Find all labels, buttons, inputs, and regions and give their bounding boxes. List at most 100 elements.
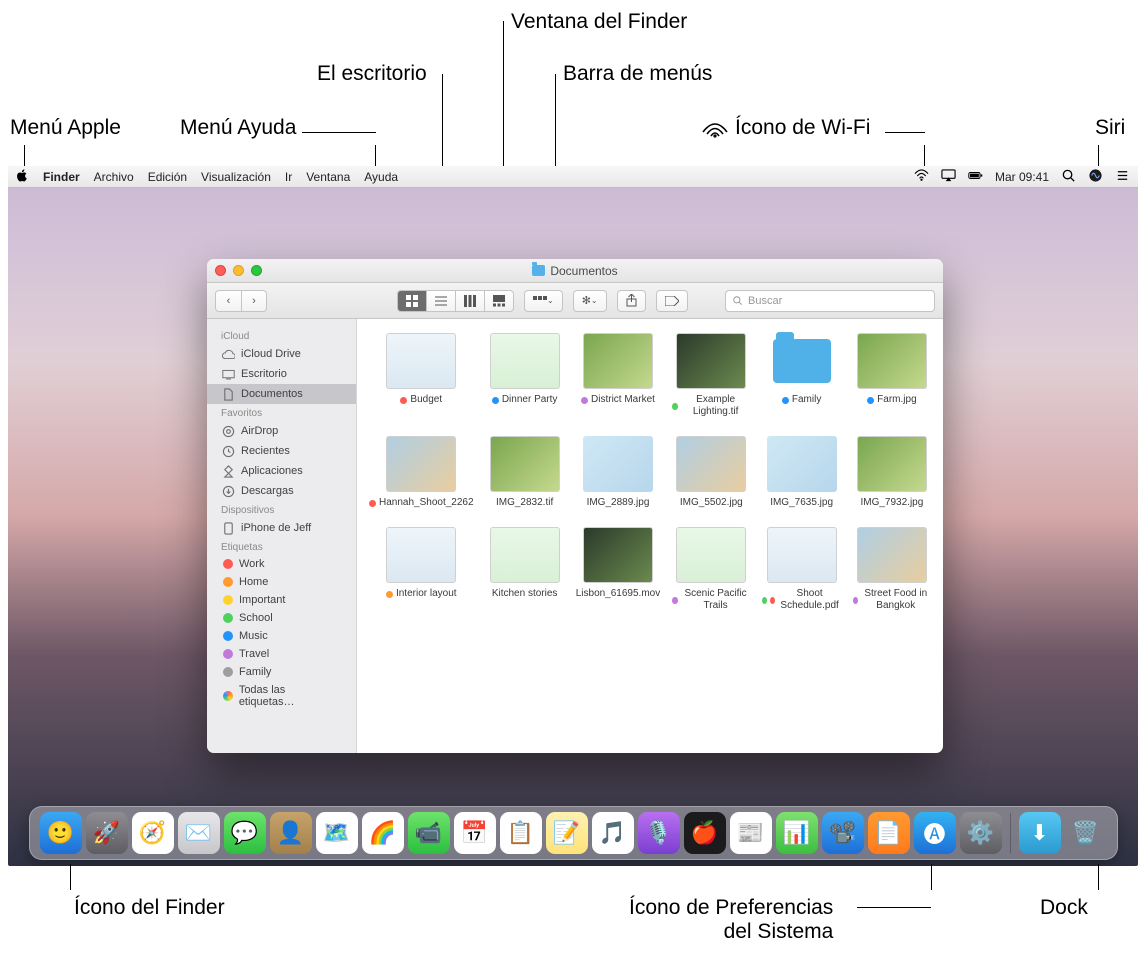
dock-numbers-icon[interactable]: 📊 <box>776 812 818 854</box>
maximize-button[interactable] <box>251 265 262 276</box>
tags-button[interactable] <box>656 290 688 312</box>
back-button[interactable]: ‹ <box>215 290 241 312</box>
dock-calendar-icon[interactable]: 📅 <box>454 812 496 854</box>
menu-item[interactable]: Ventana <box>306 170 350 184</box>
column-view-button[interactable] <box>455 290 484 312</box>
file-item[interactable]: Lisbon_61695.mov <box>576 527 661 612</box>
notif-center-icon[interactable] <box>1115 168 1130 186</box>
dock-reminders-icon[interactable]: 📋 <box>500 812 542 854</box>
file-name: Example Lighting.tif <box>672 394 750 418</box>
file-item[interactable]: Family <box>762 333 840 418</box>
dock-messages-icon[interactable]: 💬 <box>224 812 266 854</box>
dock-pages-icon[interactable]: 📄 <box>868 812 910 854</box>
file-item[interactable]: Kitchen stories <box>486 527 564 612</box>
clock[interactable]: Mar 09:41 <box>995 170 1049 184</box>
action-button[interactable]: ✻ ⌄ <box>573 290 607 312</box>
spotlight-icon[interactable] <box>1061 168 1076 186</box>
sidebar-item[interactable]: Aplicaciones <box>207 461 356 481</box>
menu-item[interactable]: Edición <box>148 170 187 184</box>
dock-finder-icon[interactable]: 🙂 <box>40 812 82 854</box>
nav-buttons: ‹ › <box>215 290 267 312</box>
sidebar-item[interactable]: Work <box>207 555 356 573</box>
callout-line <box>302 132 376 133</box>
dock-contacts-icon[interactable]: 👤 <box>270 812 312 854</box>
sidebar-item[interactable]: iPhone de Jeff <box>207 518 356 538</box>
file-item[interactable]: Farm.jpg <box>853 333 931 418</box>
dock-keynote-icon[interactable]: 📽️ <box>822 812 864 854</box>
gallery-view-button[interactable] <box>484 290 514 312</box>
file-thumbnail <box>583 436 653 492</box>
sidebar-item[interactable]: Documentos <box>207 384 356 404</box>
dock-podcasts-icon[interactable]: 🎙️ <box>638 812 680 854</box>
battery-icon[interactable] <box>968 168 983 186</box>
menu-item[interactable]: Archivo <box>94 170 134 184</box>
sidebar-item-label: iCloud Drive <box>241 348 301 360</box>
dock-photos-icon[interactable]: 🌈 <box>362 812 404 854</box>
close-button[interactable] <box>215 265 226 276</box>
share-button[interactable] <box>617 290 646 312</box>
sidebar-item[interactable]: School <box>207 609 356 627</box>
group-button[interactable]: ⌄ <box>524 290 563 312</box>
sidebar-item[interactable]: Home <box>207 573 356 591</box>
sidebar-item-label: Important <box>239 594 285 606</box>
dock-news-icon[interactable]: 📰 <box>730 812 772 854</box>
sidebar-item[interactable]: Todas las etiquetas… <box>207 681 356 711</box>
file-item[interactable]: IMG_2832.tif <box>486 436 564 509</box>
file-item[interactable]: Hannah_Shoot_2262 <box>369 436 474 509</box>
file-name: District Market <box>581 394 655 406</box>
menu-app-name[interactable]: Finder <box>43 170 80 184</box>
sidebar-item[interactable]: iCloud Drive <box>207 344 356 364</box>
callout-wifi-icon: Ícono de Wi-Fi <box>735 116 870 140</box>
airplay-icon[interactable] <box>941 168 956 186</box>
file-item[interactable]: IMG_7635.jpg <box>762 436 840 509</box>
menu-item[interactable]: Ayuda <box>364 170 398 184</box>
file-item[interactable]: IMG_7932.jpg <box>853 436 931 509</box>
dock-facetime-icon[interactable]: 📹 <box>408 812 450 854</box>
sidebar-item[interactable]: AirDrop <box>207 421 356 441</box>
sidebar-item[interactable]: Music <box>207 627 356 645</box>
dock-appstore-icon[interactable]: 🅐 <box>914 812 956 854</box>
callout-line <box>555 74 556 166</box>
sidebar-item[interactable]: Important <box>207 591 356 609</box>
callout-siri: Siri <box>1095 116 1125 140</box>
dock-system-preferences-icon[interactable]: ⚙️ <box>960 812 1002 854</box>
sidebar-item[interactable]: Recientes <box>207 441 356 461</box>
dock-music-icon[interactable]: 🎵 <box>592 812 634 854</box>
dock-mail-icon[interactable]: ✉️ <box>178 812 220 854</box>
search-input[interactable]: Buscar <box>725 290 935 312</box>
file-item[interactable]: IMG_5502.jpg <box>672 436 750 509</box>
sidebar-item-label: Home <box>239 576 268 588</box>
sidebar-item[interactable]: Family <box>207 663 356 681</box>
apple-menu[interactable] <box>16 169 29 185</box>
dock-launchpad-icon[interactable]: 🚀 <box>86 812 128 854</box>
sidebar-item[interactable]: Travel <box>207 645 356 663</box>
menu-item[interactable]: Visualización <box>201 170 271 184</box>
file-item[interactable]: Example Lighting.tif <box>672 333 750 418</box>
file-item[interactable]: Budget <box>369 333 474 418</box>
sidebar-item[interactable]: Escritorio <box>207 364 356 384</box>
dock-tv-icon[interactable]: 🍎 <box>684 812 726 854</box>
file-item[interactable]: District Market <box>576 333 661 418</box>
dock-maps-icon[interactable]: 🗺️ <box>316 812 358 854</box>
titlebar[interactable]: Documentos <box>207 259 943 283</box>
file-item[interactable]: Dinner Party <box>486 333 564 418</box>
sidebar-item[interactable]: Descargas <box>207 481 356 501</box>
file-item[interactable]: IMG_2889.jpg <box>576 436 661 509</box>
file-name: IMG_2889.jpg <box>587 497 650 509</box>
list-view-button[interactable] <box>426 290 455 312</box>
file-item[interactable]: Shoot Schedule.pdf <box>762 527 840 612</box>
file-item[interactable]: Street Food in Bangkok <box>853 527 931 612</box>
icon-view-button[interactable] <box>397 290 426 312</box>
dock-trash-icon[interactable]: 🗑️ <box>1065 812 1107 854</box>
siri-icon[interactable] <box>1088 168 1103 186</box>
menu-item[interactable]: Ir <box>285 170 292 184</box>
wifi-icon[interactable] <box>914 168 929 186</box>
forward-button[interactable]: › <box>241 290 267 312</box>
dock-notes-icon[interactable]: 📝 <box>546 812 588 854</box>
file-item[interactable]: Interior layout <box>369 527 474 612</box>
dock-safari-icon[interactable]: 🧭 <box>132 812 174 854</box>
file-item[interactable]: Scenic Pacific Trails <box>672 527 750 612</box>
file-name: Dinner Party <box>492 394 558 406</box>
dock-downloads-icon[interactable]: ⬇︎ <box>1019 812 1061 854</box>
minimize-button[interactable] <box>233 265 244 276</box>
